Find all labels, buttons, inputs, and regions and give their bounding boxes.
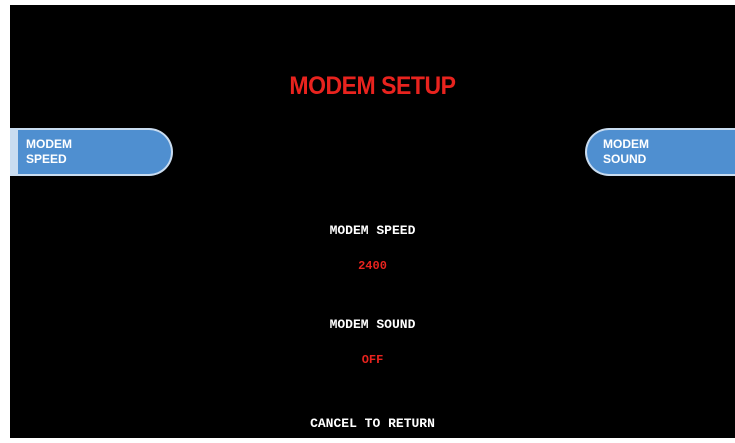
page-title: MODEM SETUP bbox=[289, 72, 456, 100]
modem-sound-value: OFF bbox=[361, 353, 384, 367]
cancel-to-return-text: CANCEL TO RETURN bbox=[310, 416, 435, 431]
modem-speed-value: 2400 bbox=[358, 259, 387, 273]
modem-sound-button-label-line1: MODEM bbox=[603, 137, 649, 151]
modem-sound-button-label-line2: SOUND bbox=[603, 152, 647, 166]
left-edge-tab bbox=[10, 128, 18, 176]
modem-sound-label: MODEM SOUND bbox=[329, 317, 416, 332]
modem-sound-button[interactable]: MODEM SOUND bbox=[585, 128, 735, 176]
atm-screen: MODEM SETUP MODEM SPEED MODEM SOUND MODE… bbox=[10, 5, 735, 438]
modem-speed-label: MODEM SPEED bbox=[329, 223, 416, 238]
modem-speed-button-label-line1: MODEM bbox=[26, 137, 72, 151]
modem-speed-button[interactable]: MODEM SPEED bbox=[10, 128, 173, 176]
modem-speed-button-label-line2: SPEED bbox=[26, 152, 67, 166]
